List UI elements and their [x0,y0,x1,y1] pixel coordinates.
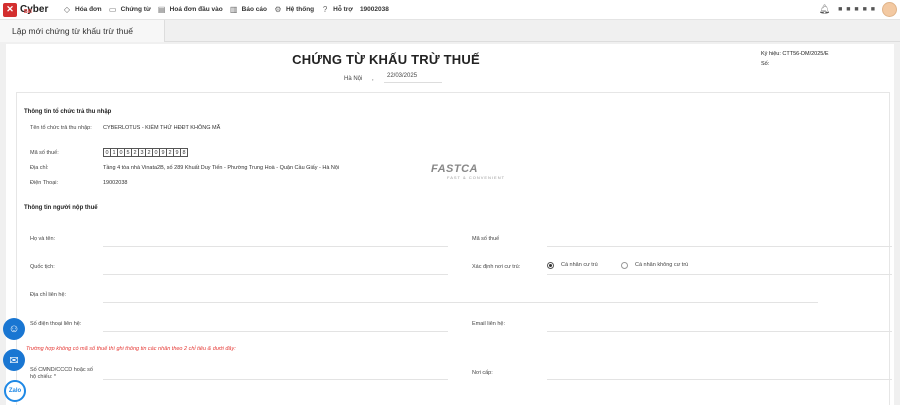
issued-place-input[interactable] [547,379,892,380]
voucher-icon: ▭ [108,5,117,14]
hotline-number: 19002038 [359,6,389,13]
contact-phone-label: Số điện thoại liên hệ: [30,321,82,327]
help-icon: ? [322,5,328,14]
bell-icon[interactable]: 🔔︎ [819,4,830,15]
nav-item-report[interactable]: ▥ Báo cáo [229,5,267,14]
fastca-wordmark: FASTCA [431,163,478,175]
payer-name-value: CYBERLOTUS - KIỂM THỬ HĐĐT KHÔNG MÃ [103,125,221,131]
chart-icon: ▥ [229,5,238,14]
payer-tax-code: 0 1 0 5 2 3 2 0 9 2 9 8 [103,148,188,157]
nav-item-input-invoice[interactable]: ▤ Hoá đơn đầu vào [157,5,223,14]
form-content: Thông tin tổ chức trả thu nhập Tên tổ ch… [16,92,892,405]
taxpayer-section-title: Thông tin người nộp thuế [24,205,98,211]
payer-address-value: Tầng 4 tòa nhà Vinata2B, số 289 Khuất Du… [103,165,340,171]
main-nav: ◇ Hóa đơn ▭ Chứng từ ▤ Hoá đơn đầu vào ▥ Báo… [63,5,396,14]
nonresident-radio[interactable] [621,262,628,269]
serial-label: Ký hiệu: CTT56-DM/2025/E [761,51,829,57]
date-field[interactable]: 22/03/2025 [384,73,442,83]
logo-icon: ✕ [3,2,17,17]
nav-label: Hoá đơn đầu vào [169,6,223,13]
nationality-input[interactable] [103,274,448,275]
support-agent-icon[interactable]: ☺ [3,318,25,340]
place-comma: , [372,76,374,82]
input-invoice-icon: ▤ [157,5,166,14]
payer-section-title: Thông tin tổ chức trả thu nhập [24,109,112,115]
app-logo[interactable]: ✕ Cyber Bill [3,0,63,20]
logo-subtext: Bill [24,9,32,15]
email-input[interactable] [547,331,892,332]
contact-address-label: Địa chỉ liên hệ: [30,292,67,298]
payer-tax-label: Mã số thuế: [30,150,59,156]
residency-label: Xác định nơi cư trú: [472,264,521,270]
nonresident-option-label: Cá nhân không cư trú [635,262,689,268]
tab-bar: Lập mới chứng từ khấu trừ thuế [0,20,900,42]
resident-radio[interactable] [547,262,554,269]
tax-digit: 8 [180,148,188,157]
tab-new-voucher[interactable]: Lập mới chứng từ khấu trừ thuế [0,20,165,42]
user-name-masked: ■ ■ ■ ■ ■ [838,6,876,13]
top-navbar: ✕ Cyber Bill ◇ Hóa đơn ▭ Chứng từ ▤ Hoá đơn… [0,0,900,20]
payer-phone-value: 19002038 [103,180,128,186]
invoice-icon: ◇ [63,5,71,14]
nav-item-voucher[interactable]: ▭ Chứng từ [108,5,151,14]
nationality-label: Quốc tịch: [30,264,55,270]
document-sheet: CHỨNG TỪ KHẤU TRỪ THUẾ Hà Nội , 22/03/20… [6,44,894,405]
payer-phone-label: Điện Thoại: [30,180,59,186]
nav-label: Báo cáo [241,6,267,13]
resident-option-label: Cá nhân cư trú [561,262,598,268]
fullname-label: Họ và tên: [30,236,56,242]
contact-address-input[interactable] [103,302,818,303]
taxpayer-tax-label: Mã số thuế [472,236,500,242]
nav-label: Chứng từ [120,6,151,13]
taxpayer-tax-input[interactable] [547,246,892,247]
zalo-icon[interactable]: Zalo [4,380,26,402]
nav-item-support[interactable]: ? Hỗ trợ [321,5,353,14]
number-label: Số: [761,61,770,67]
contact-phone-input[interactable] [103,331,448,332]
nav-item-invoice[interactable]: ◇ Hóa đơn [63,5,102,14]
nav-item-hotline[interactable]: 19002038 [360,6,389,13]
document-title: CHỨNG TỪ KHẤU TRỪ THUẾ [292,52,480,67]
place-label: Hà Nội [344,76,363,82]
fullname-input[interactable] [103,246,448,247]
id-number-label: Số CMND/CCCD hoặc số hộ chiếu: * [30,367,93,380]
nav-label: Hỗ trợ [333,6,353,13]
issued-place-label: Nơi cấp: [472,370,493,376]
fastca-tagline: FAST & CONVENIENT [447,175,506,180]
payer-name-label: Tên tổ chức trả thu nhập: [30,125,92,131]
id-number-input[interactable] [103,379,448,380]
nav-item-system[interactable]: ⚙ Hệ thống [274,5,315,14]
avatar[interactable] [882,2,897,17]
note-text: Trường hợp không có mã số thuế thì ghi t… [26,346,236,352]
payer-address-label: Địa chỉ: [30,165,49,171]
user-tools: 🔔︎ ■ ■ ■ ■ ■ [819,2,897,17]
gear-icon: ⚙ [274,5,282,14]
chat-icon[interactable]: ✉ [3,349,25,371]
nav-label: Hóa đơn [75,6,102,13]
fastca-logo: FASTCA FAST & CONVENIENT [431,163,505,180]
nav-label: Hệ thống [285,6,315,13]
email-label: Email liên hệ: [472,321,506,327]
residency-underline [547,274,892,275]
